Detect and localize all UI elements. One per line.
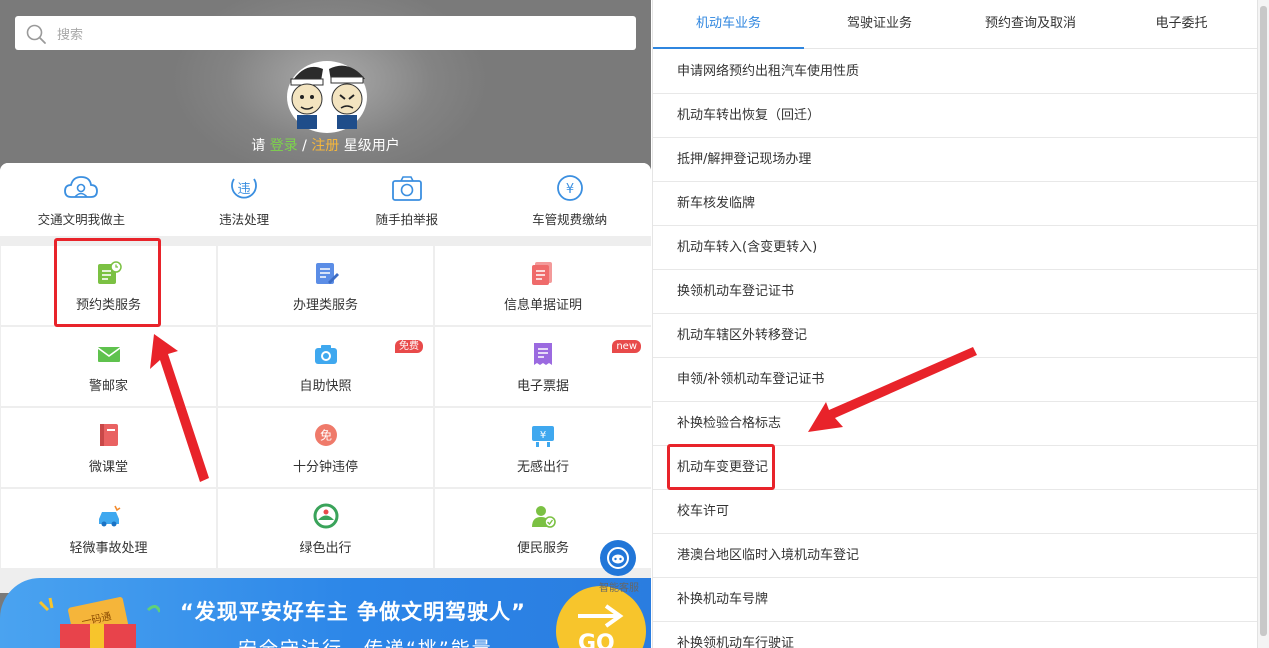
login-prompt: 请 登录 / 注册 星级用户 xyxy=(251,138,400,154)
book-icon xyxy=(99,424,118,446)
headset-icon xyxy=(607,547,629,569)
vehicle-business-list: 申请网络预约出租汽车使用性质 机动车转出恢复（回迁） 抵押/解押登记现场办理 新… xyxy=(653,50,1258,648)
list-item[interactable]: 申请网络预约出租汽车使用性质 xyxy=(653,50,1258,94)
service-green-travel[interactable]: 绿色出行 xyxy=(218,489,433,568)
tab-vehicle-business[interactable]: 机动车业务 xyxy=(653,0,804,49)
list-item[interactable]: 机动车转出恢复（回迁） xyxy=(653,94,1258,138)
quick-violation[interactable]: 违 违法处理 xyxy=(163,163,326,236)
list-item[interactable]: 换领机动车登记证书 xyxy=(653,270,1258,314)
police-mascot-icon xyxy=(287,61,367,133)
svg-text:¥: ¥ xyxy=(565,182,573,197)
service-card: 交通文明我做主 违 违法处理 随手拍举报 ¥ 车管规费缴纳 预约类服务 办理类服… xyxy=(0,163,651,593)
promo-banner[interactable]: 一码通 “发现平安好车主 争做文明驾驶人” 安全守法行，传递“挑”能量 GO xyxy=(0,578,651,648)
scrollbar[interactable] xyxy=(1257,0,1269,648)
service-certificates[interactable]: 信息单据证明 xyxy=(435,246,651,325)
scrollbar-thumb[interactable] xyxy=(1260,6,1267,636)
list-item[interactable]: 抵押/解押登记现场办理 xyxy=(653,138,1258,182)
service-micro-class[interactable]: 微课堂 xyxy=(1,408,216,487)
search-bar[interactable]: 搜索 xyxy=(15,16,636,50)
service-police-mail[interactable]: 警邮家 xyxy=(1,327,216,406)
service-ten-minute-parking[interactable]: 免 十分钟违停 xyxy=(218,408,433,487)
tab-e-authorization[interactable]: 电子委托 xyxy=(1106,0,1257,48)
service-e-receipt[interactable]: 电子票据 new xyxy=(435,327,651,406)
receipt-icon xyxy=(534,343,552,365)
toll-icon: ¥ xyxy=(532,426,554,447)
list-item[interactable]: 机动车转入(含变更转入) xyxy=(653,226,1258,270)
search-placeholder: 搜索 xyxy=(57,28,84,43)
highlight-box-change-registration xyxy=(667,444,775,490)
cloud-user-icon xyxy=(64,176,99,198)
quick-civility[interactable]: 交通文明我做主 xyxy=(0,163,163,236)
list-item[interactable]: 港澳台地区临时入境机动车登记 xyxy=(653,534,1258,578)
parking-exempt-icon: 免 xyxy=(314,424,337,446)
svg-text:免: 免 xyxy=(319,428,331,443)
service-seamless-travel[interactable]: ¥ 无感出行 xyxy=(435,408,651,487)
register-link[interactable]: 注册 xyxy=(311,138,339,154)
tab-license-business[interactable]: 驾驶证业务 xyxy=(804,0,955,48)
quick-photo-report[interactable]: 随手拍举报 xyxy=(326,163,489,236)
list-item[interactable]: 校车许可 xyxy=(653,490,1258,534)
gift-box-icon: 一码通 xyxy=(38,597,160,648)
service-handling[interactable]: 办理类服务 xyxy=(218,246,433,325)
list-item[interactable]: 补换领机动车行驶证 xyxy=(653,622,1258,648)
banner-headline: “发现平安好车主 争做文明驾驶人” xyxy=(180,600,526,624)
list-item[interactable]: 申领/补领机动车登记证书 xyxy=(653,358,1258,402)
green-travel-icon xyxy=(313,503,338,529)
free-badge: 免费 xyxy=(395,340,423,353)
yuan-coin-icon: ¥ xyxy=(556,175,583,201)
certificate-icon xyxy=(532,262,552,285)
list-item[interactable]: 机动车辖区外转移登记 xyxy=(653,314,1258,358)
violation-icon: 违 xyxy=(231,178,257,199)
new-badge: new xyxy=(612,340,641,353)
quick-actions: 交通文明我做主 违 违法处理 随手拍举报 ¥ 车管规费缴纳 xyxy=(0,163,651,236)
mail-icon xyxy=(97,347,120,362)
list-item[interactable]: 新车核发临牌 xyxy=(653,182,1258,226)
person-service-icon xyxy=(532,506,556,528)
business-list-pane: 机动车业务 驾驶证业务 预约查询及取消 电子委托 申请网络预约出租汽车使用性质 … xyxy=(652,0,1258,648)
list-item[interactable]: 补换检验合格标志 xyxy=(653,402,1258,446)
list-item[interactable]: 补换机动车号牌 xyxy=(653,578,1258,622)
car-accident-icon xyxy=(98,505,120,527)
svg-text:违: 违 xyxy=(238,182,251,197)
arrow-right-icon xyxy=(578,604,624,628)
service-minor-accident[interactable]: 轻微事故处理 xyxy=(1,489,216,568)
smart-assistant-button[interactable] xyxy=(600,540,636,576)
service-self-photo[interactable]: 自助快照 免费 xyxy=(218,327,433,406)
search-icon xyxy=(26,24,46,44)
login-link[interactable]: 登录 xyxy=(270,138,298,154)
banner-subline: 安全守法行，传递“挑”能量 xyxy=(238,634,493,648)
photo-icon xyxy=(314,345,337,364)
go-button[interactable]: GO xyxy=(556,586,646,648)
mobile-home-pane: 搜索 请 登录 / 注册 星级用户 交通文明我做主 违 违法处理 随手拍举报 ¥… xyxy=(0,0,651,648)
quick-fee-payment[interactable]: ¥ 车管规费缴纳 xyxy=(488,163,651,236)
tab-appointment-query[interactable]: 预约查询及取消 xyxy=(955,0,1106,48)
document-edit-icon xyxy=(315,263,339,284)
smart-assistant-label: 智能客服 xyxy=(599,583,639,594)
camera-icon xyxy=(391,176,422,201)
business-tabs: 机动车业务 驾驶证业务 预约查询及取消 电子委托 xyxy=(653,0,1258,49)
highlight-box-appointment xyxy=(54,238,161,327)
svg-text:¥: ¥ xyxy=(540,430,546,441)
